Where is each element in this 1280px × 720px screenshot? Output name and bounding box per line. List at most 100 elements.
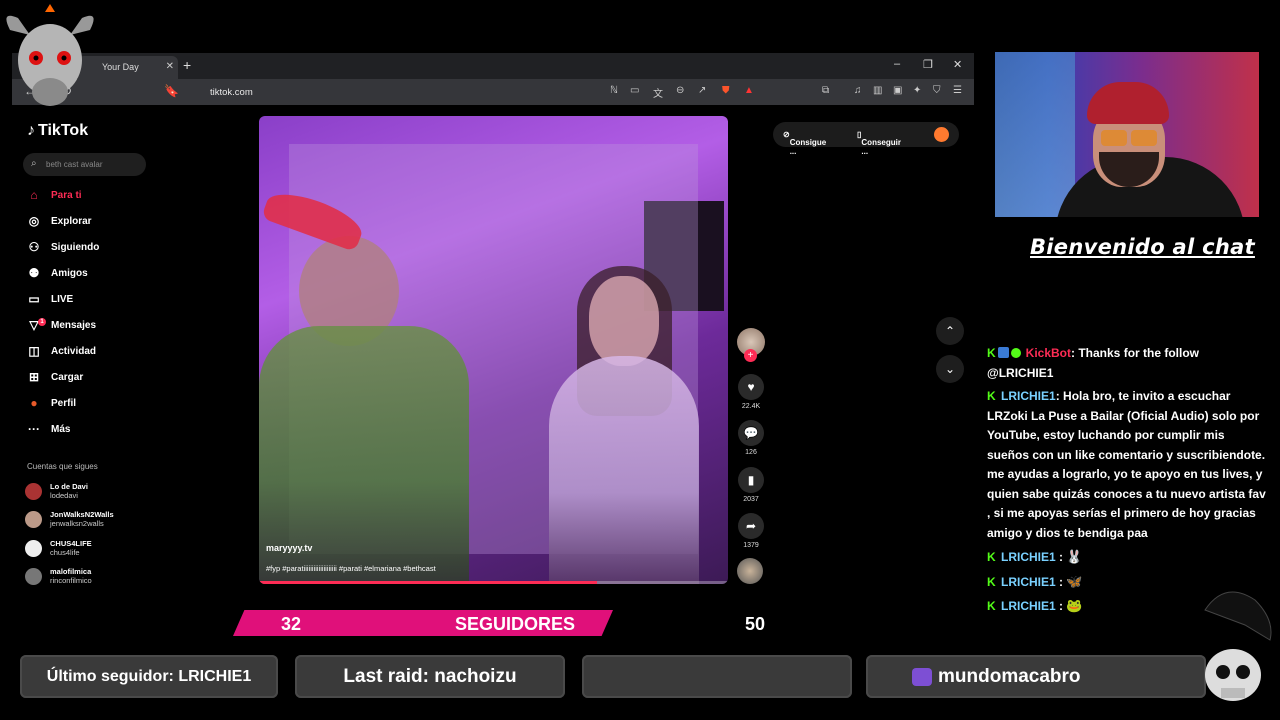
share-action[interactable]: ➦ 1379 <box>738 513 764 549</box>
url-field[interactable]: tiktok.com <box>188 83 608 101</box>
chat-message: K LRICHIE1 : 🐰 <box>987 547 1267 568</box>
vpn-icon[interactable]: ⛉ <box>933 85 941 96</box>
video-username[interactable]: maryyyy.tv <box>266 543 312 553</box>
heart-icon: ♥ <box>738 374 764 400</box>
goat-mascot-icon <box>6 4 94 106</box>
chat-text: : <box>1055 599 1067 613</box>
chat-message: K LRICHIE1: Hola bro, te invito a escuch… <box>987 387 1267 543</box>
avatar <box>25 539 42 557</box>
kick-badge-icon: K <box>987 346 996 360</box>
sidebar-item-cargar[interactable]: ⊞ Cargar <box>25 367 83 387</box>
save-action[interactable]: ▮ 2037 <box>738 467 764 503</box>
sidebar-item-mensajes[interactable]: ▽ 1 Mensajes <box>25 315 96 335</box>
music-icon[interactable]: ♫ <box>854 85 862 96</box>
emote-icon: 🐰 <box>1066 549 1083 564</box>
profile-avatar-icon[interactable] <box>934 127 949 142</box>
video-person-body <box>549 356 699 584</box>
save-count: 2037 <box>743 496 759 503</box>
get-coins-button[interactable]: ▯ Conseguir ... <box>857 130 901 156</box>
account-name: malofilmica <box>50 567 92 576</box>
chat-welcome-title: Bienvenido al chat <box>1030 235 1255 259</box>
compass-icon: ◎ <box>28 214 40 228</box>
wallet-icon[interactable]: ▣ <box>893 85 902 96</box>
get-app-button[interactable]: ⊘ Consigue ... <box>783 130 826 156</box>
sidebar-item-live[interactable]: ▭ LIVE <box>25 289 73 309</box>
minimize-icon[interactable]: – <box>894 58 900 70</box>
comment-icon: 💬 <box>738 420 764 446</box>
restore-icon[interactable]: ❐ <box>923 58 933 71</box>
sidebar-item-para-ti[interactable]: ⌂ Para ti <box>25 185 81 205</box>
video-progress-fill <box>259 581 597 584</box>
search-input[interactable]: ⌕ beth cast avalar <box>23 153 146 176</box>
previous-video-button[interactable]: ⌃ <box>936 317 964 345</box>
chat-text: : Hola bro, te invito a escuchar LRZoki … <box>987 389 1266 540</box>
messages-badge: 1 <box>38 318 46 326</box>
tab-bar: Your Day ✕ + – ❐ ✕ <box>12 53 974 79</box>
emote-icon: 🐸 <box>1066 598 1083 613</box>
tab-close-icon[interactable]: ✕ <box>166 61 174 72</box>
reader-icon[interactable]: ℕ <box>610 85 618 96</box>
followed-account[interactable]: CHUS4LIFE chus4life <box>25 537 92 559</box>
cast-icon[interactable]: ▭ <box>630 85 639 96</box>
new-tab-icon[interactable]: + <box>183 57 191 73</box>
sidebar-item-amigos[interactable]: ⚉ Amigos <box>25 263 88 283</box>
rewards-icon[interactable]: ▲ <box>744 85 754 96</box>
last-follower-text: Último seguidor: LRICHIE1 <box>46 667 252 685</box>
follow-plus-icon[interactable]: + <box>744 349 757 362</box>
sidebar-item-actividad[interactable]: ◫ Actividad <box>25 341 96 361</box>
like-count: 22.4K <box>741 403 761 410</box>
sidebar-item-label: LIVE <box>51 293 74 305</box>
home-icon: ⌂ <box>30 188 38 202</box>
followed-account[interactable]: JonWalksN2Walls jenwalksn2walls <box>25 508 114 530</box>
sidebar-item-siguiendo[interactable]: ⚇ Siguiendo <box>25 237 100 257</box>
sidebar-icon[interactable]: ▥ <box>873 85 882 96</box>
video-player[interactable]: maryyyy.tv #fyp #paratiiiiiiiiiiiiiiiiii… <box>259 116 728 584</box>
extension-icon[interactable]: ⧉ <box>822 85 829 96</box>
share-icon[interactable]: ↗ <box>698 85 706 96</box>
video-progress-bar[interactable] <box>259 581 728 584</box>
last-raid-text: Last raid: nachoizu <box>343 665 517 687</box>
sidebar-item-mas[interactable]: ··· Más <box>25 419 70 439</box>
account-handle: jenwalksn2walls <box>50 519 104 528</box>
chat-text: : <box>1055 574 1067 589</box>
webcam-background <box>995 52 1075 217</box>
kick-badge-icon: K <box>987 389 996 403</box>
messages-icon: ▽ 1 <box>25 318 46 332</box>
tiktok-note-icon: ♪ <box>27 122 35 139</box>
tiktok-logo-text: TikTok <box>38 122 89 139</box>
tiktok-logo[interactable]: ♪ TikTok <box>27 122 88 140</box>
like-action[interactable]: ♥ 22.4K <box>738 374 764 410</box>
url-text: tiktok.com <box>210 87 253 98</box>
brave-shield-icon[interactable]: ⛊ <box>722 85 730 96</box>
profile-icon: ● <box>30 396 38 410</box>
translate-icon[interactable]: 文 <box>653 85 663 100</box>
followed-account[interactable]: Lo de Davi lodedavi <box>25 480 88 502</box>
next-video-button[interactable]: ⌄ <box>936 355 964 383</box>
following-accounts-title: Cuentas que sigues <box>27 462 98 471</box>
comment-action[interactable]: 💬 126 <box>738 420 764 456</box>
menu-icon[interactable]: ☰ <box>953 85 962 96</box>
sidebar-item-label: Actividad <box>51 345 97 357</box>
bookmark-icon[interactable]: 🔖 <box>164 84 179 98</box>
stream-overlay: Your Day ✕ + – ❐ ✕ ← ↻ 🔖 tiktok.com ℕ ▭ … <box>0 0 1280 720</box>
avatar <box>25 510 42 528</box>
address-bar-row: ← ↻ 🔖 tiktok.com ℕ ▭ 文 ⊖ ↗ ⛊ ▲ ⧉ ♫ ▥ ▣ ✦… <box>12 79 974 105</box>
ai-icon[interactable]: ✦ <box>913 85 921 96</box>
kick-logo-icon <box>912 667 932 686</box>
followed-account[interactable]: malofilmica rinconfilmico <box>25 565 92 587</box>
sidebar-item-label: Explorar <box>51 215 92 227</box>
chat-username: LRICHIE1 <box>1001 550 1056 564</box>
video-caption: #fyp #paratiiiiiiiiiiiiiiiiiiii #parati … <box>266 564 436 573</box>
chat-username: LRICHIE1 <box>1001 599 1056 613</box>
sidebar-item-perfil[interactable]: ● Perfil <box>25 393 76 413</box>
chat-username: LRICHIE1 <box>1001 574 1056 589</box>
bot-badge-icon <box>997 347 1009 358</box>
webcam-feed <box>995 52 1259 217</box>
music-disc-icon[interactable] <box>737 558 763 584</box>
sidebar-item-label: Perfil <box>51 397 77 409</box>
close-window-icon[interactable]: ✕ <box>953 58 962 71</box>
zoom-icon[interactable]: ⊖ <box>676 85 684 96</box>
sidebar-item-explorar[interactable]: ◎ Explorar <box>25 211 92 231</box>
avatar <box>25 482 42 500</box>
followers-current: 32 <box>281 614 302 634</box>
